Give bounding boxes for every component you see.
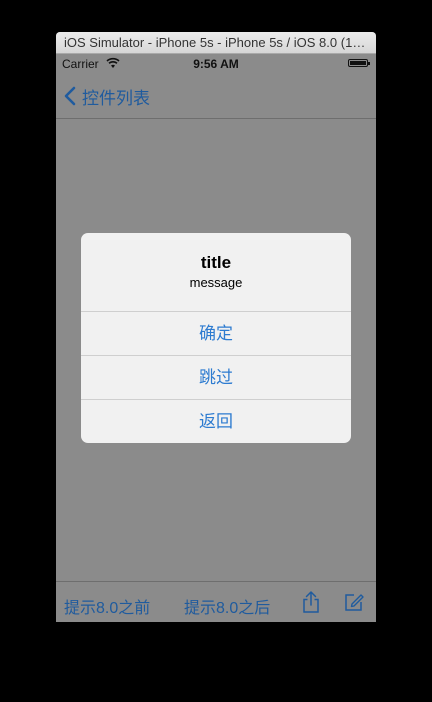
alert-dialog: title message 确定 跳过 返回 bbox=[81, 233, 351, 443]
window-title: iOS Simulator - iPhone 5s - iPhone 5s / … bbox=[56, 32, 376, 54]
alert-header: title message bbox=[81, 233, 351, 311]
skip-button[interactable]: 跳过 bbox=[81, 355, 351, 399]
confirm-button[interactable]: 确定 bbox=[81, 311, 351, 355]
alert-message: message bbox=[189, 275, 243, 290]
battery-icon bbox=[348, 59, 370, 67]
clock-time: 9:56 AM bbox=[193, 57, 239, 71]
alert-title: title bbox=[200, 253, 232, 272]
bottom-toolbar: 提示8.0之前 提示8.0之后 bbox=[56, 581, 376, 622]
back-button-label: 控件列表 bbox=[82, 88, 150, 108]
prompt-before-8-button[interactable]: 提示8.0之前 bbox=[64, 594, 150, 618]
return-button[interactable]: 返回 bbox=[81, 399, 351, 443]
simulator-window: iOS Simulator - iPhone 5s - iPhone 5s / … bbox=[56, 32, 376, 622]
status-bar: Carrier 9:56 AM bbox=[56, 54, 376, 74]
share-icon[interactable] bbox=[300, 590, 322, 614]
chevron-left-icon bbox=[64, 86, 76, 106]
back-button[interactable]: 控件列表 bbox=[64, 84, 150, 108]
prompt-after-8-button[interactable]: 提示8.0之后 bbox=[184, 594, 270, 618]
navigation-bar: 控件列表 bbox=[56, 74, 376, 119]
compose-icon[interactable] bbox=[343, 591, 365, 613]
